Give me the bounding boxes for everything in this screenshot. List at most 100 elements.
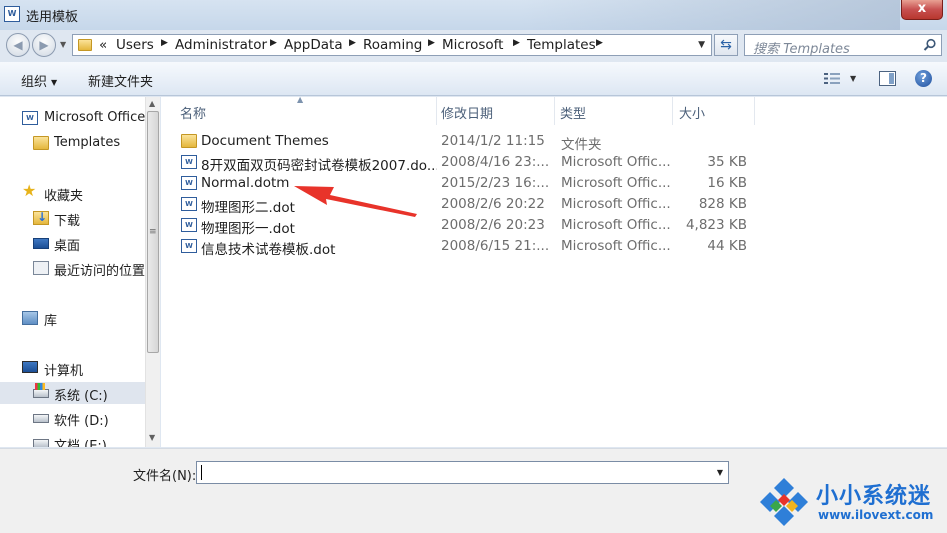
- file-size: 16 KB: [707, 175, 747, 191]
- title-bar: W 选用模板 x: [0, 0, 947, 30]
- file-date: 2008/6/15 21:...: [441, 238, 550, 254]
- nav-item-label: 文档 (E:): [54, 439, 107, 447]
- breadcrumb-chevron-icon[interactable]: ▶: [270, 38, 277, 48]
- search-placeholder: 搜索 Templates: [753, 42, 850, 57]
- sort-ascending-icon: ▲: [297, 95, 304, 104]
- folder-icon: [181, 134, 197, 148]
- file-row[interactable]: W 物理图形一.dot 2008/2/6 20:23 Microsoft Off…: [161, 215, 947, 237]
- library-icon: [22, 311, 38, 325]
- view-options-chevron-icon[interactable]: ▼: [850, 74, 856, 83]
- word-app-icon: W: [4, 6, 20, 22]
- address-row: ◀ ▶ ▼ « Users ▶ Administrator ▶ AppData …: [0, 30, 947, 60]
- nav-item-downloads[interactable]: 下载: [0, 207, 146, 229]
- column-header-size[interactable]: 大小: [673, 97, 755, 125]
- nav-item-label: Templates: [54, 135, 121, 150]
- file-type: Microsoft Offic...: [561, 217, 671, 233]
- breadcrumb-chevron-icon[interactable]: ▶: [428, 38, 435, 48]
- nav-item-label: 最近访问的位置: [54, 264, 146, 279]
- breadcrumb-microsoft[interactable]: Microsoft: [442, 37, 503, 53]
- nav-item-templates[interactable]: Templates: [0, 132, 146, 154]
- file-type: Microsoft Offic...: [561, 154, 671, 170]
- file-row[interactable]: W 8开双面双页码密封试卷模板2007.do... 2008/4/16 23:.…: [161, 152, 947, 174]
- breadcrumb-chevron-icon[interactable]: ▶: [161, 38, 168, 48]
- scrollbar-grip-icon: ≡: [149, 227, 157, 237]
- breadcrumb-administrator[interactable]: Administrator: [175, 37, 267, 53]
- filename-dropdown-icon[interactable]: ▼: [717, 468, 723, 477]
- preview-pane-icon[interactable]: [879, 71, 896, 86]
- nav-pane-scrollbar[interactable]: ▲ ≡ ▼: [145, 97, 160, 447]
- new-folder-button[interactable]: 新建文件夹: [88, 71, 153, 90]
- nav-item-computer[interactable]: 计算机: [0, 357, 146, 379]
- file-type: Microsoft Offic...: [561, 238, 671, 254]
- column-header-type[interactable]: 类型: [555, 97, 673, 125]
- filename-input[interactable]: ▼: [196, 461, 729, 484]
- address-dropdown-icon[interactable]: ▼: [698, 40, 705, 50]
- nav-item-favorites[interactable]: ★ 收藏夹: [0, 182, 146, 205]
- breadcrumb-chevron-icon[interactable]: ▶: [349, 38, 356, 48]
- folder-icon: [33, 136, 49, 150]
- breadcrumb-appdata[interactable]: AppData: [284, 37, 343, 53]
- file-date: 2015/2/23 16:...: [441, 175, 550, 191]
- nav-item-recent-places[interactable]: 最近访问的位置: [0, 257, 146, 279]
- nav-item-label: 桌面: [54, 239, 81, 254]
- breadcrumb-templates[interactable]: Templates: [527, 37, 596, 53]
- close-button[interactable]: x: [901, 0, 943, 20]
- search-input[interactable]: 搜索 Templates: [744, 34, 942, 57]
- word-template-icon: W: [181, 239, 197, 253]
- scroll-up-arrow-icon[interactable]: ▲: [149, 99, 155, 108]
- system-drive-icon: [33, 383, 49, 398]
- file-row[interactable]: W 信息技术试卷模板.dot 2008/6/15 21:... Microsof…: [161, 236, 947, 258]
- breadcrumb-overflow[interactable]: «: [99, 37, 107, 53]
- search-icon: [923, 38, 936, 51]
- organize-button[interactable]: 组织 ▼: [21, 71, 57, 90]
- scroll-down-arrow-icon[interactable]: ▼: [149, 433, 155, 442]
- breadcrumb-roaming[interactable]: Roaming: [363, 37, 422, 53]
- drive-icon: [33, 439, 49, 447]
- back-arrow-icon: ◀: [13, 38, 23, 52]
- address-bar[interactable]: « Users ▶ Administrator ▶ AppData ▶ Roam…: [72, 34, 712, 56]
- file-name: 物理图形二.dot: [201, 200, 295, 216]
- file-name: Document Themes: [201, 133, 329, 149]
- folder-icon: [78, 39, 92, 51]
- navigation-pane: W Microsoft Office Templates ★ 收藏夹 下载 桌面…: [0, 97, 160, 447]
- file-name: Normal.dotm: [201, 175, 290, 191]
- recent-pages-dropdown-icon[interactable]: ▼: [60, 40, 66, 49]
- filename-label: 文件名(N):: [133, 469, 197, 484]
- forward-arrow-icon: ▶: [39, 38, 49, 52]
- forward-button[interactable]: ▶: [32, 33, 56, 57]
- file-type: Microsoft Offic...: [561, 175, 671, 191]
- nav-item-desktop[interactable]: 桌面: [0, 232, 146, 254]
- word-template-icon: W: [181, 197, 197, 211]
- file-size: 44 KB: [707, 238, 747, 254]
- background-window-ghost: [520, 0, 900, 30]
- column-header-date[interactable]: 修改日期: [437, 97, 555, 125]
- back-button[interactable]: ◀: [6, 33, 30, 57]
- breadcrumb-chevron-icon[interactable]: ▶: [596, 38, 603, 48]
- column-header-label: 名称: [180, 107, 207, 122]
- column-header-label: 修改日期: [441, 107, 494, 122]
- column-header-name[interactable]: 名称 ▲: [161, 95, 437, 125]
- desktop-icon: [33, 238, 49, 249]
- breadcrumb-users[interactable]: Users: [116, 37, 154, 53]
- file-row[interactable]: Document Themes 2014/1/2 11:15 文件夹: [161, 131, 947, 153]
- breadcrumb-chevron-icon[interactable]: ▶: [513, 38, 520, 48]
- nav-item-microsoft-office[interactable]: W Microsoft Office: [0, 107, 146, 129]
- file-row[interactable]: W 物理图形二.dot 2008/2/6 20:22 Microsoft Off…: [161, 194, 947, 216]
- nav-item-drive-e[interactable]: 文档 (E:): [0, 432, 146, 447]
- watermark-url: www.ilovext.com: [818, 508, 934, 522]
- downloads-folder-icon: [33, 210, 49, 225]
- nav-item-libraries[interactable]: 库: [0, 307, 146, 329]
- file-date: 2014/1/2 11:15: [441, 133, 545, 149]
- word-template-icon: W: [181, 218, 197, 232]
- file-row[interactable]: W Normal.dotm 2015/2/23 16:... Microsoft…: [161, 173, 947, 194]
- nav-item-label: 软件 (D:): [54, 414, 109, 429]
- refresh-button[interactable]: ⇆: [714, 34, 738, 56]
- file-name: 物理图形一.dot: [201, 221, 295, 237]
- window-title: 选用模板: [26, 10, 79, 25]
- change-view-icon[interactable]: [824, 72, 840, 85]
- help-icon[interactable]: ?: [915, 70, 932, 87]
- nav-item-drive-d[interactable]: 软件 (D:): [0, 407, 146, 429]
- file-type: Microsoft Offic...: [561, 196, 671, 212]
- nav-item-drive-c[interactable]: 系统 (C:): [0, 382, 146, 404]
- file-type: 文件夹: [561, 137, 602, 153]
